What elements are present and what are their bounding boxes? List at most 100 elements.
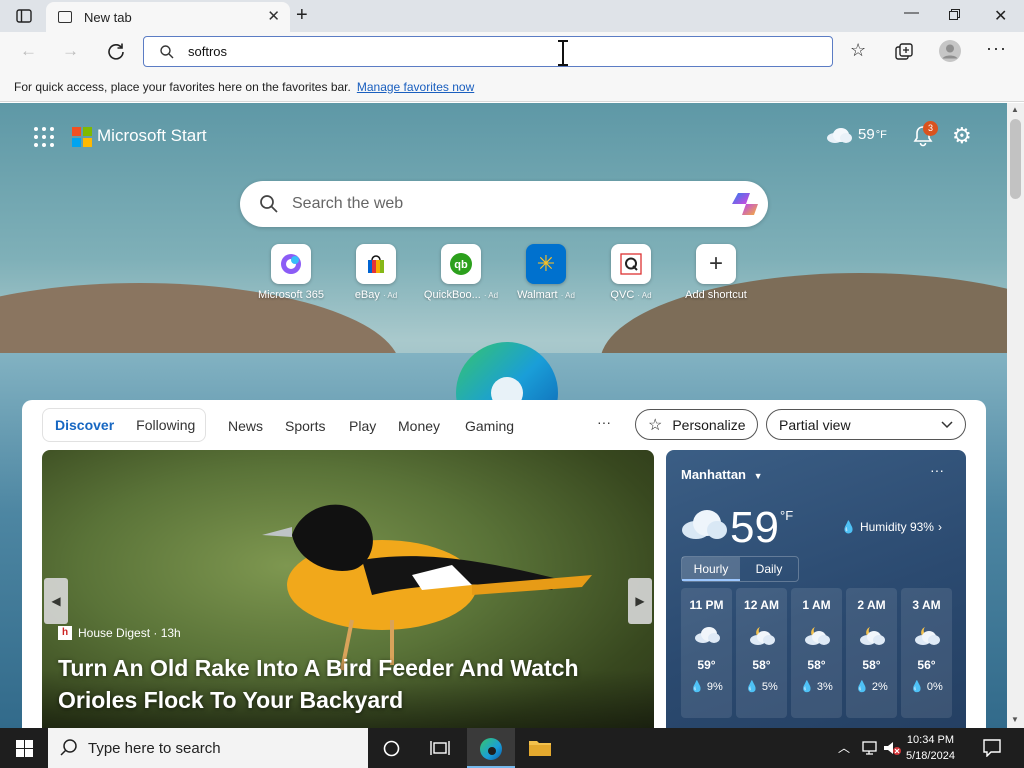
scrollbar-thumb[interactable] — [1010, 119, 1021, 199]
new-tab-icon — [58, 11, 72, 23]
ebay-icon — [356, 244, 396, 284]
ad-marker: · Ad — [483, 291, 499, 300]
tab-following[interactable]: Following — [136, 417, 195, 433]
tab-hourly[interactable]: Hourly — [682, 557, 740, 581]
ad-marker: · Ad — [382, 291, 398, 300]
refresh-button[interactable] — [107, 42, 125, 60]
minimize-button[interactable]: — — [904, 4, 919, 21]
restore-button[interactable] — [949, 9, 961, 21]
tab-new-tab[interactable]: New tab ✕ — [46, 2, 290, 32]
hourly-forecast-column[interactable]: 3 AM 56° 💧 0% — [901, 588, 952, 718]
shortcut-label: Walmart · Ad — [504, 289, 588, 301]
feed-mode-toggle: Discover Following — [42, 408, 206, 442]
microsoft-logo-icon — [72, 127, 92, 147]
forecast-precip-value: 3% — [816, 681, 833, 693]
profile-avatar[interactable] — [939, 40, 961, 62]
scroll-up-icon[interactable]: ▲ — [1011, 105, 1019, 114]
more-topics-button[interactable]: ··· — [597, 414, 611, 430]
web-search-box[interactable]: Search the web — [240, 181, 768, 227]
settings-gear-icon[interactable]: ⚙ — [952, 123, 972, 149]
shortcut-label: eBay · Ad — [334, 289, 418, 301]
cloud-icon — [694, 627, 720, 643]
file-explorer-icon[interactable] — [528, 738, 552, 758]
address-bar[interactable]: softros — [143, 36, 833, 67]
carousel-next-button[interactable]: ▶ — [628, 578, 652, 624]
cortana-icon[interactable] — [383, 740, 400, 757]
shortcut-label: Microsoft 365 — [249, 289, 333, 301]
app-launcher-icon[interactable] — [34, 127, 54, 147]
page-scrollbar[interactable]: ▲ ▼ — [1007, 103, 1024, 728]
new-tab-button[interactable]: + — [296, 4, 308, 27]
taskbar-edge-button[interactable] — [467, 728, 515, 768]
water-drop-icon: 💧 — [800, 681, 814, 693]
weather-card[interactable]: Manhattan ▼ ··· 59 °F 💧 Humidity 93% › H… — [666, 450, 966, 728]
task-view-icon[interactable] — [430, 740, 450, 756]
close-tab-icon[interactable]: ✕ — [267, 7, 280, 25]
network-icon[interactable] — [862, 741, 880, 755]
scroll-down-icon[interactable]: ▼ — [1011, 715, 1019, 724]
action-center-icon[interactable] — [983, 739, 1001, 757]
close-window-button[interactable]: ✕ — [994, 6, 1007, 26]
tab-gaming[interactable]: Gaming — [465, 418, 514, 434]
article-title[interactable]: Turn An Old Rake Into A Bird Feeder And … — [58, 652, 618, 716]
weather-location[interactable]: Manhattan ▼ — [681, 467, 763, 482]
weather-more-icon[interactable]: ··· — [930, 462, 944, 478]
hourly-forecast-column[interactable]: 1 AM 58° 💧 3% — [791, 588, 842, 718]
forecast-temp: 58° — [807, 658, 826, 672]
notifications-button[interactable]: 3 — [912, 121, 938, 150]
tab-news[interactable]: News — [228, 418, 263, 434]
view-mode-value: Partial view — [779, 416, 851, 433]
shortcut-microsoft-365[interactable]: Microsoft 365 — [249, 244, 333, 301]
manage-favorites-link[interactable]: Manage favorites now — [357, 80, 474, 94]
brand-title[interactable]: Microsoft Start — [97, 126, 207, 146]
partly-cloudy-night-icon — [914, 627, 940, 645]
oriole-bird-image — [262, 504, 592, 671]
more-options-icon[interactable]: ··· — [986, 38, 1007, 59]
tab-sports[interactable]: Sports — [285, 418, 325, 434]
view-mode-dropdown[interactable]: Partial view — [766, 409, 966, 440]
windows-start-icon[interactable] — [16, 740, 33, 757]
favorites-bar: For quick access, place your favorites h… — [0, 72, 1024, 102]
carousel-prev-button[interactable]: ◀ — [44, 578, 68, 624]
weather-summary[interactable]: 59 °F — [826, 126, 887, 143]
article-source: h House Digest · 13h — [58, 626, 181, 640]
taskbar-search-placeholder: Type here to search — [88, 739, 221, 757]
taskbar-search[interactable]: Type here to search — [48, 728, 368, 768]
article-card[interactable]: ◀ ▶ h House Digest · 13h Turn An Old Rak… — [42, 450, 654, 728]
collections-icon[interactable] — [895, 43, 913, 61]
chevron-up-icon[interactable]: ︿ — [838, 739, 850, 756]
forecast-condition — [736, 624, 787, 646]
shortcut-quickbooks[interactable]: qb QuickBoo... · Ad — [419, 244, 503, 301]
tab-title: New tab — [84, 9, 132, 25]
hourly-forecast-column[interactable]: 2 AM 58° 💧 2% — [846, 588, 897, 718]
hourly-forecast-column[interactable]: 12 AM 58° 💧 5% — [736, 588, 787, 718]
article-source-text: House Digest · 13h — [78, 626, 181, 640]
tab-play[interactable]: Play — [349, 418, 376, 434]
hourly-forecast-column[interactable]: 11 PM 59° 💧 9% — [681, 588, 732, 718]
news-feed: Discover Following News Sports Play Mone… — [22, 400, 986, 728]
forecast-temp: 59° — [697, 658, 716, 672]
volume-muted-icon[interactable] — [882, 740, 902, 756]
shortcut-walmart[interactable]: ✳ Walmart · Ad — [504, 244, 588, 301]
humidity-readout[interactable]: 💧 Humidity 93% › — [841, 520, 942, 534]
favorites-icon[interactable]: ☆ — [850, 40, 866, 61]
add-shortcut-button[interactable]: + Add shortcut — [674, 244, 758, 301]
back-button[interactable]: ← — [20, 41, 37, 61]
weather-summary-unit: °F — [875, 129, 887, 141]
personalize-button[interactable]: ☆ Personalize — [635, 409, 758, 440]
text-cursor-icon — [558, 40, 568, 66]
tab-discover[interactable]: Discover — [55, 417, 114, 433]
shortcut-label-text: Walmart — [517, 289, 558, 301]
tab-daily[interactable]: Daily — [740, 557, 798, 581]
tab-actions-icon[interactable] — [16, 9, 32, 23]
shortcut-qvc[interactable]: QVC · Ad — [589, 244, 673, 301]
shortcut-ebay[interactable]: eBay · Ad — [334, 244, 418, 301]
tab-money[interactable]: Money — [398, 418, 440, 434]
copilot-icon[interactable] — [730, 190, 760, 218]
taskbar-clock[interactable]: 10:34 PM 5/18/2024 — [906, 732, 955, 764]
microsoft-365-icon — [271, 244, 311, 284]
notification-badge: 3 — [923, 121, 938, 136]
chevron-right-icon: › — [937, 520, 942, 534]
title-bar: New tab ✕ + — ✕ — [0, 0, 1024, 32]
forward-button[interactable]: → — [62, 41, 79, 61]
